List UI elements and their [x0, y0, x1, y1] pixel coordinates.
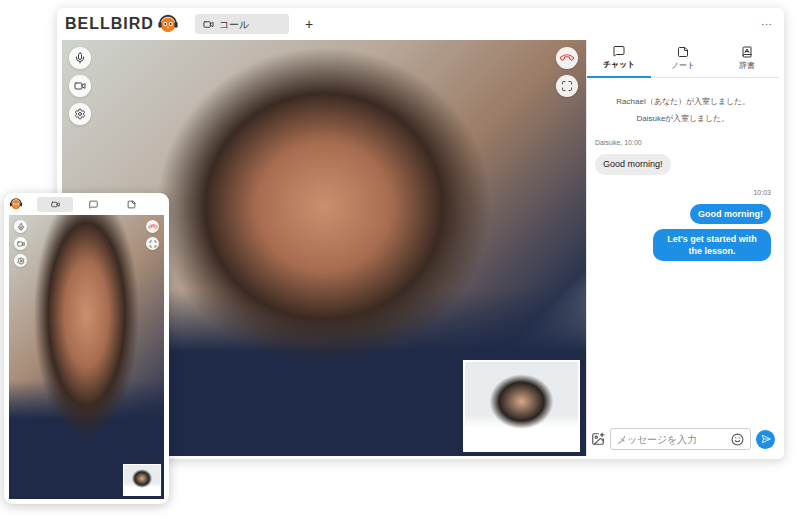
message-input[interactable]: メッセージを入力 [610, 428, 751, 450]
mic-icon [17, 223, 25, 231]
settings-button[interactable] [69, 103, 91, 125]
camera-button[interactable] [69, 75, 91, 97]
send-button[interactable] [756, 430, 775, 449]
system-message: Daisukeが入室しました。 [595, 113, 771, 125]
hang-up-button[interactable] [556, 47, 578, 69]
chat-icon [613, 45, 625, 57]
system-message: Rachael（あなた）が入室しました。 [595, 96, 771, 108]
logo-text: BELLBIRD [65, 12, 154, 36]
fullscreen-button[interactable] [556, 75, 578, 97]
emoji-icon[interactable] [731, 433, 744, 446]
note-icon [677, 46, 689, 58]
title-bar: BELLBIRD コール + ··· [57, 8, 784, 40]
outgoing-bubble: Let's get started with the lesson. [653, 229, 771, 261]
camera-icon [17, 240, 25, 248]
panel-tab[interactable]: 辞書 [715, 40, 779, 78]
panel-tab[interactable]: ノート [651, 40, 715, 78]
self-video [463, 360, 580, 452]
phone-camera-button[interactable] [14, 237, 27, 250]
message-time: 10:03 [595, 188, 771, 199]
phone-video [9, 215, 164, 499]
mic-icon [74, 52, 86, 64]
phone-fullscreen-button[interactable] [146, 237, 159, 250]
send-icon [761, 434, 771, 444]
image-attach-icon[interactable] [591, 432, 605, 446]
gear-icon [74, 108, 86, 120]
hang-up-icon [559, 50, 576, 67]
message-list: Rachael（あなた）が入室しました。 Daisukeが入室しました。 Daisu… [587, 78, 779, 422]
phone-tab[interactable] [37, 197, 73, 212]
fullscreen-icon [561, 80, 573, 92]
phone-tab[interactable] [75, 197, 111, 212]
fullscreen-icon [149, 240, 157, 248]
camera-icon [74, 80, 86, 92]
video-icon [203, 19, 214, 30]
panel-tab[interactable]: チャット [587, 40, 651, 78]
gear-icon [17, 257, 25, 265]
note-icon [127, 200, 136, 209]
phone-window [4, 193, 169, 504]
phone-hang-up-button[interactable] [146, 220, 159, 233]
bellbird-logo-icon [9, 197, 23, 211]
incoming-bubble: Good morning! [595, 154, 671, 176]
bellbird-logo-icon [157, 13, 179, 35]
logo: BELLBIRD [65, 12, 179, 36]
hang-up-icon [147, 221, 158, 232]
message-sender: Daisuke, 10:00 [595, 138, 771, 149]
phone-tab[interactable] [113, 197, 149, 212]
outgoing-bubble: Good morning! [690, 204, 771, 224]
chat-icon [89, 200, 98, 209]
chat-panel: チャットノート辞書 Rachael（あなた）が入室しました。 Daisukeが入室し… [586, 40, 779, 456]
menu-button[interactable]: ··· [761, 16, 772, 33]
phone-self-video [123, 464, 161, 496]
phone-mic-button[interactable] [14, 220, 27, 233]
panel-tabs: チャットノート辞書 [587, 40, 779, 78]
phone-header [9, 193, 164, 215]
mic-button[interactable] [69, 47, 91, 69]
call-tab[interactable]: コール [195, 14, 289, 34]
add-tab-button[interactable]: + [305, 14, 313, 35]
dictionary-icon [741, 46, 753, 58]
phone-settings-button[interactable] [14, 254, 27, 267]
page: BELLBIRDコール+···チャットノート辞書Rachael（あなた）が入室し… [0, 0, 808, 532]
message-input-bar: メッセージを入力 [587, 422, 779, 456]
video-icon [51, 200, 60, 209]
